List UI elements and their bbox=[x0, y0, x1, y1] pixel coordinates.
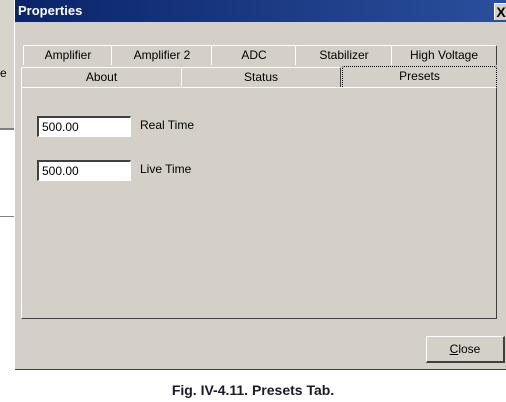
close-button-label: lose bbox=[458, 342, 481, 356]
tab-amplifier[interactable]: Amplifier bbox=[23, 45, 113, 65]
properties-dialog: Properties X Amplifier Amplifier 2 ADC S… bbox=[14, 0, 506, 370]
real-time-field[interactable]: 500.00 bbox=[37, 116, 131, 137]
live-time-field[interactable]: 500.00 bbox=[37, 160, 131, 181]
tab-adc[interactable]: ADC bbox=[211, 45, 297, 65]
background-text: e bbox=[0, 66, 7, 80]
tab-label: Amplifier bbox=[44, 48, 92, 62]
tab-label: Stabilizer bbox=[319, 48, 369, 62]
close-icon[interactable]: X bbox=[494, 3, 506, 20]
live-time-value: 500.00 bbox=[42, 164, 79, 178]
title-bar[interactable]: Properties X bbox=[15, 0, 506, 22]
tab-amplifier-2[interactable]: Amplifier 2 bbox=[111, 45, 213, 65]
real-time-label: Real Time bbox=[140, 118, 195, 132]
close-button[interactable]: Close bbox=[426, 336, 505, 363]
tab-presets[interactable]: Presets bbox=[342, 66, 497, 88]
tab-high-voltage[interactable]: High Voltage bbox=[391, 45, 497, 65]
figure-caption: Fig. IV-4.11. Presets Tab. bbox=[171, 382, 335, 398]
tab-stabilizer[interactable]: Stabilizer bbox=[295, 45, 393, 65]
dialog-title: Properties bbox=[18, 3, 83, 18]
live-time-label: Live Time bbox=[140, 162, 192, 176]
tab-about[interactable]: About bbox=[21, 67, 182, 87]
tab-label: ADC bbox=[241, 48, 267, 62]
tab-label: Status bbox=[243, 70, 279, 84]
tab-label: Amplifier 2 bbox=[133, 48, 191, 62]
tab-label: Presets bbox=[399, 69, 440, 83]
tab-label: High Voltage bbox=[409, 48, 479, 62]
tab-label: About bbox=[85, 70, 118, 84]
tab-status[interactable]: Status bbox=[181, 67, 341, 87]
real-time-value: 500.00 bbox=[42, 120, 79, 134]
